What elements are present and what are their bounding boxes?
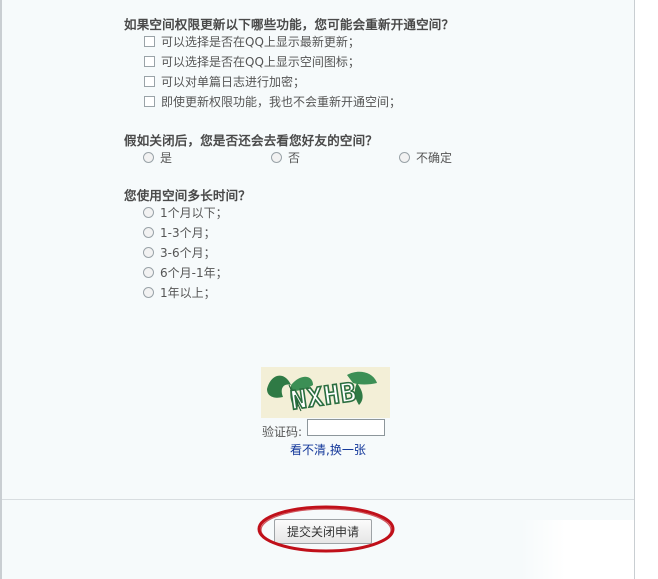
radio-button[interactable] — [143, 267, 154, 278]
survey-form: 如果空间权限更新以下哪些功能，您可能会重新开通空间？ 可以选择是否在QQ上显示最… — [0, 0, 634, 579]
q2-option-yes-label: 是 — [160, 151, 173, 165]
q1-option-4-label: 即使更新权限功能，我也不会重新开通空间； — [161, 95, 402, 109]
q3-option-4-label: 6个月-1年； — [160, 266, 228, 280]
submit-close-request-button[interactable]: 提交关闭申请 — [274, 519, 372, 544]
checkbox[interactable] — [144, 36, 155, 47]
q1-option-4[interactable]: 即使更新权限功能，我也不会重新开通空间； — [144, 93, 401, 110]
q1-option-3-label: 可以对单篇日志进行加密； — [161, 75, 306, 89]
captcha-image: NXHB — [261, 367, 390, 418]
question-2-title: 假如关闭后，您是否还会去看您好友的空间？ — [124, 133, 379, 148]
radio-button[interactable] — [399, 152, 410, 163]
q3-option-1-label: 1个月以下； — [160, 206, 228, 220]
q3-option-2-label: 1-3个月； — [160, 226, 216, 240]
captcha-label: 验证码: — [262, 425, 303, 439]
checkbox[interactable] — [144, 76, 155, 87]
q2-option-unsure-label: 不确定 — [416, 151, 453, 165]
question-1-title: 如果空间权限更新以下哪些功能，您可能会重新开通空间？ — [124, 17, 455, 32]
captcha-graphic: NXHB — [261, 367, 390, 418]
q3-option-2[interactable]: 1-3个月； — [143, 224, 216, 241]
q3-option-5[interactable]: 1年以上； — [143, 284, 216, 301]
q1-option-2-label: 可以选择是否在QQ上显示空间图标； — [161, 55, 360, 69]
q3-option-3-label: 3-6个月； — [160, 246, 216, 260]
q3-option-4[interactable]: 6个月-1年； — [143, 264, 228, 281]
q1-option-1[interactable]: 可以选择是否在QQ上显示最新更新； — [144, 33, 360, 50]
captcha-refresh-link[interactable]: 看不清,换一张 — [290, 441, 366, 458]
captcha-input[interactable] — [307, 419, 385, 436]
checkbox[interactable] — [144, 96, 155, 107]
q2-option-no-label: 否 — [288, 151, 301, 165]
q2-option-unsure[interactable]: 不确定 — [399, 149, 452, 166]
q1-option-3[interactable]: 可以对单篇日志进行加密； — [144, 73, 305, 90]
q3-option-5-label: 1年以上； — [160, 286, 216, 300]
radio-button[interactable] — [143, 207, 154, 218]
q3-option-1[interactable]: 1个月以下； — [143, 204, 228, 221]
q2-option-yes[interactable]: 是 — [143, 149, 172, 166]
q1-option-2[interactable]: 可以选择是否在QQ上显示空间图标； — [144, 53, 360, 70]
radio-button[interactable] — [143, 152, 154, 163]
radio-button[interactable] — [143, 247, 154, 258]
blurred-region — [520, 520, 634, 579]
footer-divider — [2, 499, 634, 500]
radio-button[interactable] — [143, 287, 154, 298]
radio-button[interactable] — [143, 227, 154, 238]
radio-button[interactable] — [271, 152, 282, 163]
window-right-margin — [634, 0, 658, 579]
q3-option-3[interactable]: 3-6个月； — [143, 244, 216, 261]
q2-option-no[interactable]: 否 — [271, 149, 300, 166]
q1-option-1-label: 可以选择是否在QQ上显示最新更新； — [161, 35, 360, 49]
checkbox[interactable] — [144, 56, 155, 67]
question-3-title: 您使用空间多长时间？ — [124, 188, 252, 203]
